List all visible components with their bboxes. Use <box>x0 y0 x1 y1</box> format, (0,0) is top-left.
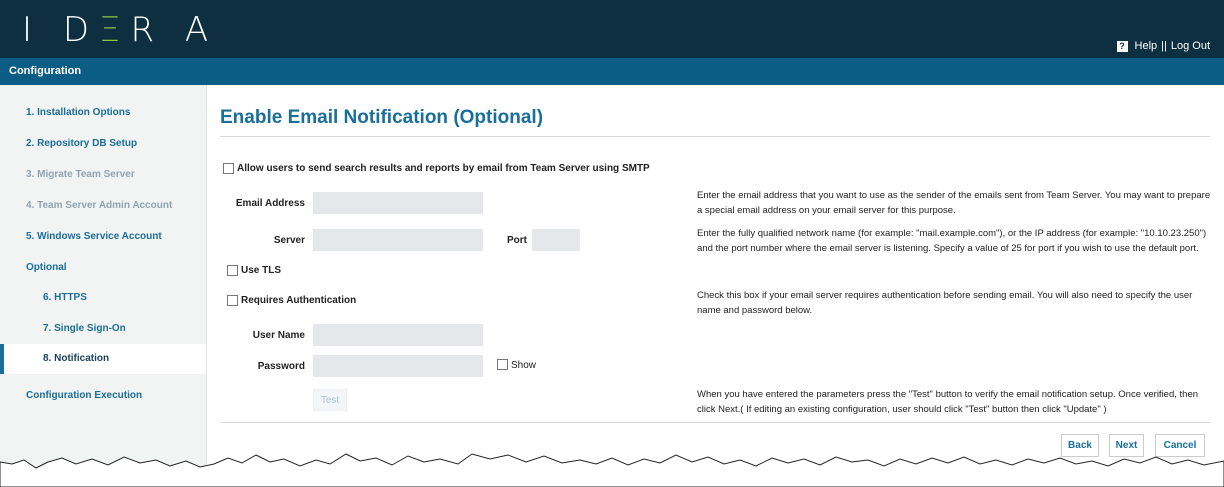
sidebar-item-team-server-admin-account: 4. Team Server Admin Account <box>26 200 173 211</box>
username-field[interactable] <box>313 324 483 346</box>
port-field[interactable] <box>532 229 580 251</box>
server-label: Server <box>273 235 305 246</box>
sidebar-item-single-sign-on[interactable]: 7. Single Sign-On <box>0 314 206 344</box>
email-address-label: Email Address <box>235 198 305 209</box>
sidebar-item-repository-db-setup[interactable]: 2. Repository DB Setup <box>0 129 206 159</box>
username-label: User Name <box>252 330 305 341</box>
configuration-bar: Configuration <box>0 58 1224 85</box>
show-password-label: Show <box>511 360 537 371</box>
allow-smtp-label: Allow users to send search results and r… <box>237 163 650 174</box>
sidebar-item-migrate-team-server: 3. Migrate Team Server <box>26 169 135 180</box>
server-help-text: Enter the fully qualified network name (… <box>697 228 1207 254</box>
use-tls-label: Use TLS <box>241 265 282 276</box>
top-bar: I DΞR A ? Help || Log Out <box>0 0 1224 58</box>
logout-link[interactable]: Log Out <box>1171 40 1210 52</box>
server-field[interactable] <box>313 229 483 251</box>
email-help-text: Enter the email address that you want to… <box>697 190 1211 216</box>
sidebar-item-notification[interactable]: 8. Notification <box>0 344 206 374</box>
page-title: Enable Email Notification (Optional) <box>220 107 544 128</box>
allow-smtp-checkbox[interactable] <box>223 163 234 174</box>
password-field[interactable] <box>313 355 483 377</box>
sidebar-item-windows-service-account[interactable]: 5. Windows Service Account <box>0 222 206 252</box>
port-label: Port <box>507 235 527 246</box>
main-content: Enable Email Notification (Optional) All… <box>207 85 1224 487</box>
footer-divider <box>220 422 1210 423</box>
sidebar-item-optional[interactable]: Optional <box>0 253 206 283</box>
show-password-checkbox[interactable] <box>497 359 508 370</box>
sidebar-item-https[interactable]: 6. HTTPS <box>0 283 206 313</box>
torn-edge-decoration <box>0 453 1224 487</box>
title-divider <box>220 136 1210 137</box>
help-icon[interactable]: ? <box>1116 40 1128 52</box>
auth-help-text: Check this box if your email server requ… <box>697 290 1193 316</box>
test-button[interactable]: Test <box>313 389 347 411</box>
password-label: Password <box>257 361 305 372</box>
header-separator: || <box>1161 40 1167 52</box>
configuration-title: Configuration <box>9 65 82 77</box>
help-link[interactable]: Help <box>1135 40 1158 52</box>
sidebar-item-installation-options[interactable]: 1. Installation Options <box>0 98 206 128</box>
sidebar: 1. Installation Options 2. Repository DB… <box>0 85 207 487</box>
requires-auth-label: Requires Authentication <box>241 295 357 306</box>
email-address-field[interactable] <box>313 192 483 214</box>
test-help-text: When you have entered the parameters pre… <box>697 389 1199 415</box>
idera-logo: I DΞR A <box>22 10 219 50</box>
header-links: ? Help || Log Out <box>1116 40 1210 52</box>
requires-auth-checkbox[interactable] <box>227 295 238 306</box>
use-tls-checkbox[interactable] <box>227 265 238 276</box>
sidebar-item-configuration-execution[interactable]: Configuration Execution <box>0 381 206 411</box>
